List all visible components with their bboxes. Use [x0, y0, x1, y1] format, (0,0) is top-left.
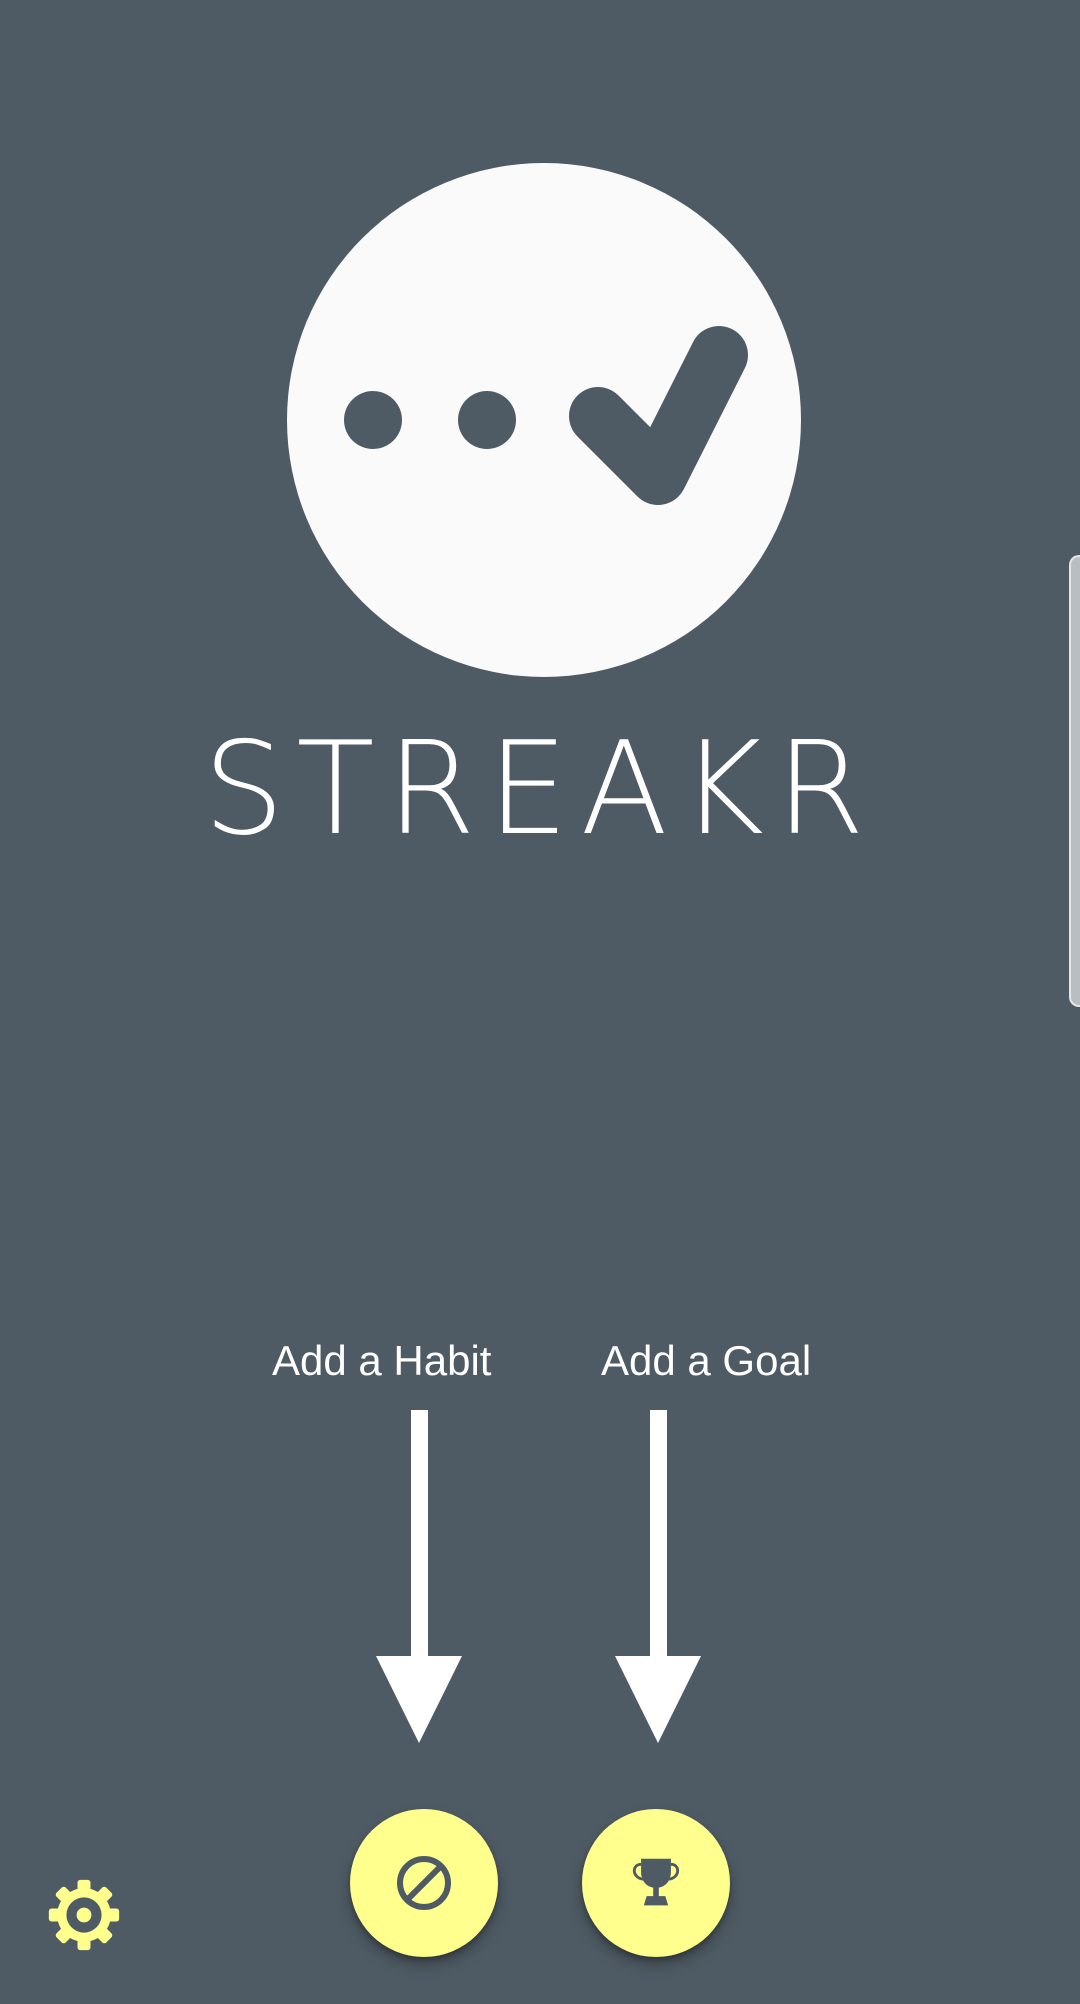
add-goal-button[interactable]: [582, 1809, 730, 1957]
settings-button[interactable]: [44, 1875, 124, 1955]
add-goal-hint: Add a Goal: [601, 1337, 812, 1384]
down-arrow-icon: [376, 1410, 462, 1743]
gear-icon: [48, 1879, 120, 1951]
edge-panel-handle[interactable]: [1069, 555, 1080, 1007]
down-arrow-icon: [615, 1410, 701, 1743]
streak-check-icon: [344, 326, 748, 505]
add-habit-button[interactable]: [350, 1809, 498, 1957]
add-habit-hint: Add a Habit: [272, 1337, 492, 1384]
app-title: STREAKR: [203, 715, 877, 864]
block-icon: [397, 1856, 451, 1910]
app-logo: [287, 163, 801, 677]
trophy-icon: [632, 1858, 680, 1906]
